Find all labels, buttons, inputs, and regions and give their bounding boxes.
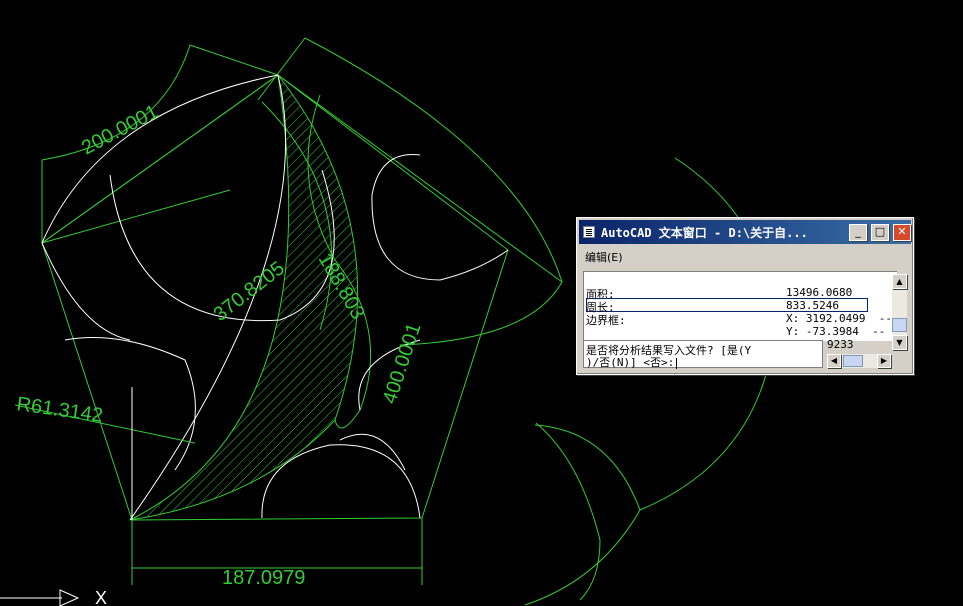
x-axis-label: X [95, 588, 107, 606]
horizontal-scrollbar[interactable]: ◀ ▶ [827, 354, 891, 368]
minimize-button[interactable]: _ [849, 224, 867, 241]
maximize-button[interactable]: □ [871, 224, 889, 241]
window-icon[interactable] [583, 226, 595, 238]
scroll-up-icon[interactable]: ▲ [892, 274, 907, 289]
close-button[interactable]: ✕ [893, 224, 911, 241]
title-bar[interactable]: AutoCAD 文本窗口 - D:\关于自... _ □ ✕ [579, 220, 911, 244]
text-window[interactable]: AutoCAD 文本窗口 - D:\关于自... _ □ ✕ 编辑(E) 面积:… [576, 217, 914, 375]
bounding-box-value-overflow: 9233 [827, 338, 854, 351]
history-line: 边界框: X: 3192.0499 -- [586, 312, 892, 327]
menu-bar: 编辑(E) [579, 246, 911, 264]
command-input[interactable]: 是否将分析结果写入文件? [是(Y )/否(N)] <否>: [583, 340, 823, 370]
scroll-thumb[interactable] [892, 318, 907, 332]
history-value: 833.5246 [786, 299, 839, 312]
vertical-scrollbar[interactable]: ▲ ▼ [892, 274, 907, 350]
white-arc[interactable] [41, 242, 131, 341]
swirl-arc[interactable] [535, 422, 601, 601]
ucs-x-arrow-icon [59, 589, 80, 606]
dimension-text[interactable]: 187.0979 [222, 567, 305, 589]
history-line: 周长: 833.5246 [586, 299, 839, 314]
command-prompt-text: )/否(N)] <否>: [586, 356, 675, 369]
scroll-left-icon[interactable]: ◀ [827, 354, 841, 368]
white-arc[interactable] [371, 194, 509, 281]
scroll-down-icon[interactable]: ▼ [892, 335, 907, 350]
menu-item-edit[interactable]: 编辑(E) [585, 249, 623, 265]
history-pane[interactable]: 面积: 13496.0680 周长: 833.5246 边界框: X: 3192… [583, 271, 897, 341]
radius-text[interactable]: R61.3142 [15, 393, 104, 427]
construction-line[interactable] [189, 44, 279, 76]
dimension-text[interactable]: 400.0001 [379, 320, 426, 406]
scroll-right-icon[interactable]: ▶ [877, 354, 891, 368]
swirl-arc[interactable] [524, 424, 641, 606]
text-caret [676, 357, 678, 369]
dimension-text[interactable]: 200.0001 [78, 101, 162, 160]
window-title: AutoCAD 文本窗口 - D:\关于自... [601, 226, 808, 240]
white-arc[interactable] [339, 433, 406, 471]
command-prompt-line2: )/否(N)] <否>: [586, 354, 678, 370]
dimension-text[interactable]: 370.8205 [210, 257, 289, 326]
history-value: X: 3192.0499 -- [786, 312, 892, 325]
history-line: Y: -73.3984 -- [586, 325, 885, 338]
construction-line[interactable] [41, 189, 231, 244]
history-value: Y: -73.3984 -- [786, 325, 886, 338]
scroll-thumb[interactable] [843, 355, 863, 367]
